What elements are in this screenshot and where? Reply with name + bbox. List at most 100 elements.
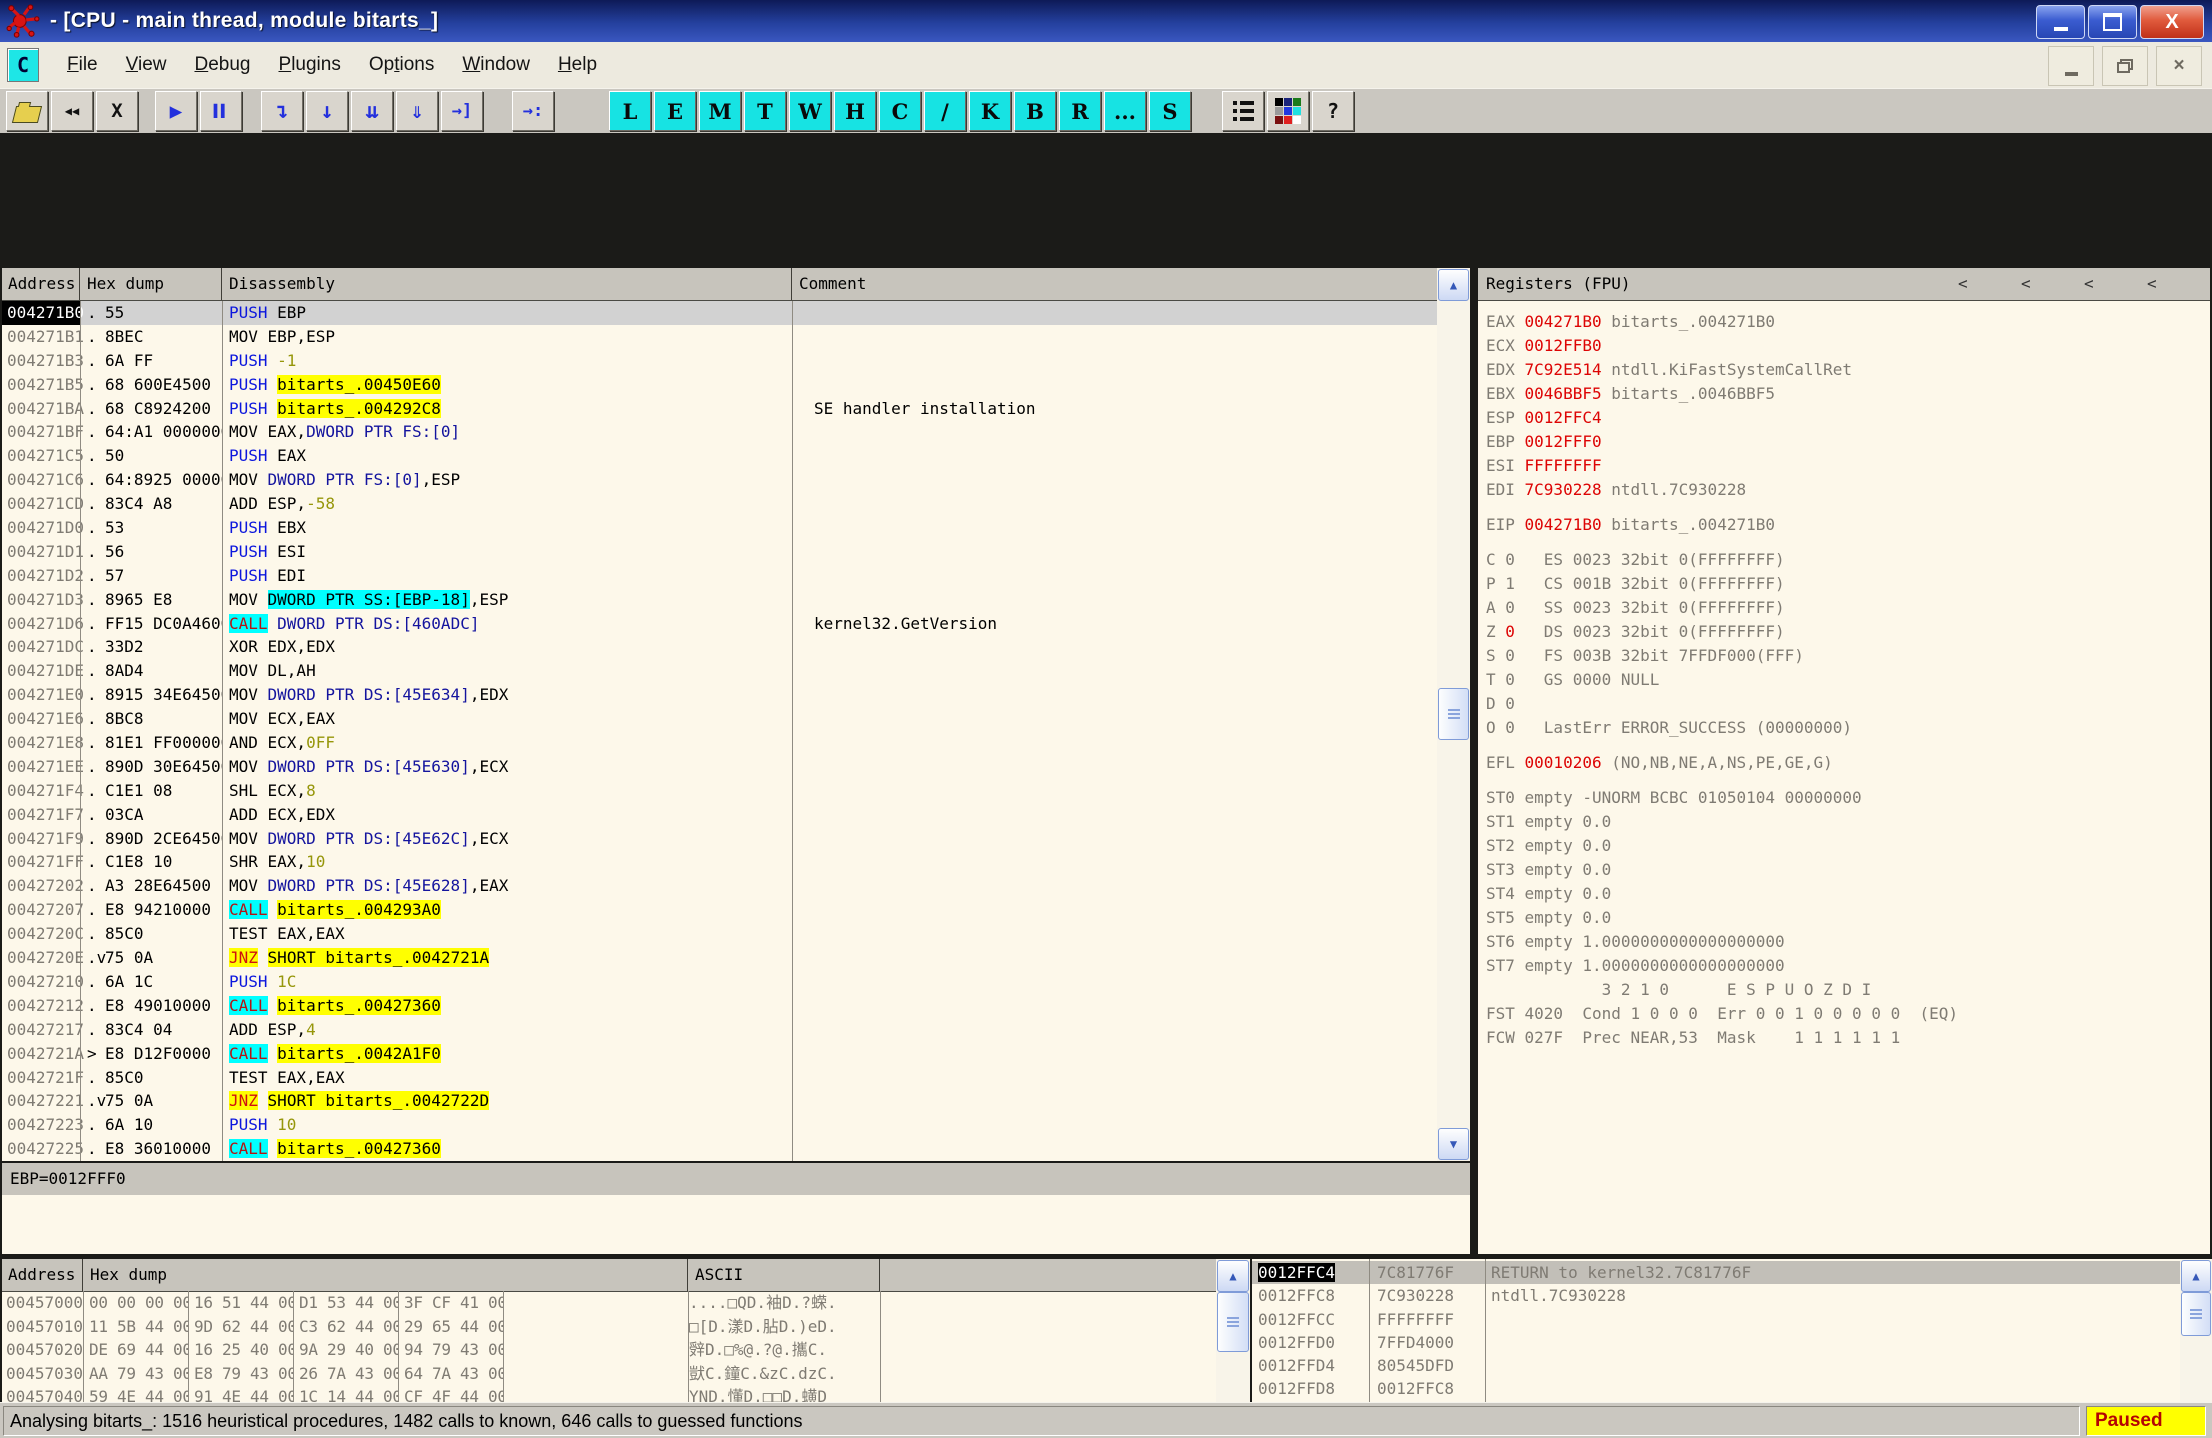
scroll-down-icon[interactable]: ▼ [1438,1128,1469,1160]
disasm-row[interactable]: 004271B5.68 600E4500PUSH bitarts_.00450E… [2,373,1437,397]
disasm-row[interactable]: 00427202.A3 28E64500MOV DWORD PTR DS:[45… [2,874,1437,898]
register-line[interactable]: EDX 7C92E514 ntdll.KiFastSystemCallRet [1486,358,2210,382]
disasm-row[interactable]: 004271EE.890D 30E64500MOV DWORD PTR DS:[… [2,755,1437,779]
register-line[interactable]: FST 4020 Cond 1 0 0 0 Err 0 0 1 0 0 0 0 … [1486,1002,2210,1026]
dump-row[interactable]: 00457030AA 79 43 00E8 79 43 0026 7A 43 0… [2,1362,1216,1386]
run-trace-window-button[interactable]: ... [1104,91,1146,131]
animate-over-button[interactable]: ⇓ [396,91,438,131]
disasm-row[interactable]: 00427217.83C4 04ADD ESP,4 [2,1018,1437,1042]
register-line[interactable]: EDI 7C930228 ntdll.7C930228 [1486,478,2210,502]
register-line[interactable]: C 0 ES 0023 32bit 0(FFFFFFFF) [1486,548,2210,572]
register-line[interactable]: A 0 SS 0023 32bit 0(FFFFFFFF) [1486,596,2210,620]
menu-view[interactable]: View [112,48,181,82]
call-stack-window-button[interactable]: K [969,91,1011,131]
disasm-row[interactable]: 004271B1.8BECMOV EBP,ESP [2,325,1437,349]
register-line[interactable]: ST7 empty 1.0000000000000000000 [1486,954,2210,978]
register-line[interactable]: D 0 [1486,692,2210,716]
stack-row[interactable]: 0012FFCCFFFFFFFF [1252,1308,2180,1331]
references-window-button[interactable]: R [1059,91,1101,131]
disasm-row[interactable]: 0042721F.85C0TEST EAX,EAX [2,1066,1437,1090]
pause-button[interactable]: ▌▌ [200,91,242,131]
handles-window-button[interactable]: H [834,91,876,131]
menu-window[interactable]: Window [448,48,544,82]
register-line[interactable]: P 1 CS 001B 32bit 0(FFFFFFFF) [1486,572,2210,596]
register-line[interactable]: ST2 empty 0.0 [1486,834,2210,858]
scroll-up-icon[interactable]: ▲ [2181,1260,2211,1292]
scroll-up-icon[interactable]: ▲ [1438,269,1469,301]
disasm-row[interactable]: 00427207.E8 94210000CALL bitarts_.004293… [2,898,1437,922]
disasm-row[interactable]: 004271E0.8915 34E64500MOV DWORD PTR DS:[… [2,683,1437,707]
patches-window-button[interactable]: / [924,91,966,131]
register-line[interactable]: ST4 empty 0.0 [1486,882,2210,906]
disasm-row[interactable]: 00427212.E8 49010000CALL bitarts_.004273… [2,994,1437,1018]
child-close-button[interactable]: × [2156,46,2202,86]
disasm-row[interactable]: 004271D2.57PUSH EDI [2,564,1437,588]
register-line[interactable]: ST3 empty 0.0 [1486,858,2210,882]
register-line[interactable]: ST1 empty 0.0 [1486,810,2210,834]
disasm-row[interactable]: 00427225.E8 36010000CALL bitarts_.004273… [2,1137,1437,1161]
register-line[interactable]: ST6 empty 1.0000000000000000000 [1486,930,2210,954]
scroll-thumb[interactable] [2181,1292,2211,1336]
register-line[interactable]: FCW 027F Prec NEAR,53 Mask 1 1 1 1 1 1 [1486,1026,2210,1050]
disasm-row[interactable]: 004271F4.C1E1 08SHL ECX,8 [2,779,1437,803]
go-to-address-button[interactable]: →: [512,91,554,131]
executables-window-button[interactable]: E [654,91,696,131]
register-line[interactable]: S 0 FS 003B 32bit 7FFDF000(FFF) [1486,644,2210,668]
source-window-button[interactable]: S [1149,91,1191,131]
disasm-row[interactable]: 004271B0.55PUSH EBP [2,301,1437,325]
menu-options[interactable]: Options [355,48,449,82]
register-line[interactable]: O 0 LastErr ERROR_SUCCESS (00000000) [1486,716,2210,740]
disasm-row[interactable]: 004271E6.8BC8MOV ECX,EAX [2,707,1437,731]
scroll-up-icon[interactable]: ▲ [1217,1260,1249,1292]
register-line[interactable]: ESP 0012FFC4 [1486,406,2210,430]
stack-row[interactable]: 0012FFC47C81776FRETURN to kernel32.7C817… [1252,1261,2180,1284]
memory-window-button[interactable]: M [699,91,741,131]
menu-help[interactable]: Help [544,48,611,82]
menu-file[interactable]: File [53,48,112,82]
child-minimize-button[interactable] [2048,46,2094,86]
threads-window-button[interactable]: T [744,91,786,131]
open-file-button[interactable] [6,91,48,131]
disasm-row[interactable]: 004271DE.8AD4MOV DL,AH [2,659,1437,683]
appearance-button[interactable] [1267,91,1309,131]
dump-row[interactable]: 0045700000 00 00 0016 51 44 00D1 53 44 0… [2,1291,1216,1315]
register-line[interactable]: EIP 004271B0 bitarts_.004271B0 [1486,513,2210,537]
disasm-row[interactable]: 0042720E.v75 0AJNZ SHORT bitarts_.004272… [2,946,1437,970]
view-list-button[interactable] [1222,91,1264,131]
disasm-row[interactable]: 004271D3.8965 E8MOV DWORD PTR SS:[EBP-18… [2,588,1437,612]
stack-row[interactable]: 0012FFD480545DFD [1252,1354,2180,1377]
disasm-row[interactable]: 004271C6.64:8925 00000000MOV DWORD PTR F… [2,468,1437,492]
register-line[interactable]: EAX 004271B0 bitarts_.004271B0 [1486,310,2210,334]
child-restore-button[interactable] [2102,46,2148,86]
dump-row[interactable]: 0045701011 5B 44 009D 62 44 00C3 62 44 0… [2,1315,1216,1339]
disasm-row[interactable]: 004271D6.FF15 DC0A4600CALL DWORD PTR DS:… [2,612,1437,636]
disasm-row[interactable]: 004271F7.03CAADD ECX,EDX [2,803,1437,827]
step-into-button[interactable]: ↴ [261,91,303,131]
disasm-row[interactable]: 0042721A>E8 D12F0000CALL bitarts_.0042A1… [2,1042,1437,1066]
disasm-row[interactable]: 00427221.v75 0AJNZ SHORT bitarts_.004272… [2,1089,1437,1113]
disassembly-scrollbar[interactable]: ▲ ▼ [1437,268,1470,1161]
disasm-row[interactable]: 004271C5.50PUSH EAX [2,444,1437,468]
scroll-thumb[interactable] [1217,1292,1249,1352]
disasm-row[interactable]: 004271F9.890D 2CE64500MOV DWORD PTR DS:[… [2,827,1437,851]
scroll-thumb[interactable] [1438,688,1469,740]
animate-into-button[interactable]: ⇊ [351,91,393,131]
disasm-row[interactable]: 004271D0.53PUSH EBX [2,516,1437,540]
disasm-row[interactable]: 00427223.6A 10PUSH 10 [2,1113,1437,1137]
run-button[interactable]: ▶ [155,91,197,131]
maximize-button[interactable] [2088,5,2137,39]
disasm-row[interactable]: 004271BF.64:A1 00000000MOV EAX,DWORD PTR… [2,420,1437,444]
dump-row[interactable]: 00457020DE 69 44 0016 25 40 009A 29 40 0… [2,1338,1216,1362]
disasm-row[interactable]: 004271BA.68 C8924200PUSH bitarts_.004292… [2,397,1437,421]
disasm-row[interactable]: 004271E8.81E1 FF000000AND ECX,0FF [2,731,1437,755]
step-over-button[interactable]: ↓ [306,91,348,131]
register-line[interactable]: ESI FFFFFFFF [1486,454,2210,478]
register-line[interactable]: ECX 0012FFB0 [1486,334,2210,358]
register-line[interactable]: ST0 empty -UNORM BCBC 01050104 00000000 [1486,786,2210,810]
windows-window-button[interactable]: W [789,91,831,131]
help-button[interactable]: ? [1312,91,1354,131]
cpu-child-window-icon[interactable]: C [7,48,39,82]
stack-row[interactable]: 0012FFD07FFD4000 [1252,1331,2180,1354]
register-line[interactable]: EFL 00010206 (NO,NB,NE,A,NS,PE,GE,G) [1486,751,2210,775]
disasm-row[interactable]: 00427210.6A 1CPUSH 1C [2,970,1437,994]
